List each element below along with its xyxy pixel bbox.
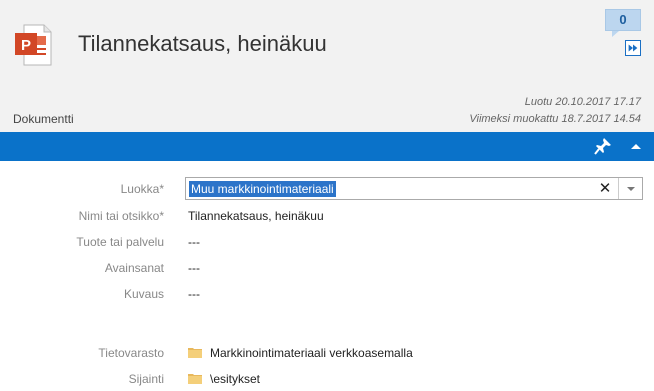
keywords-label: Avainsanat [104,261,164,275]
category-input-value[interactable]: Muu markkinointimateriaali [189,181,336,197]
product-label: Tuote tai palvelu [76,235,164,249]
comment-count: 0 [619,12,627,27]
document-type-label: Dokumentti [13,112,74,126]
document-header: P Tilannekatsaus, heinäkuu 0 Luotu 20.10… [0,0,654,132]
svg-text:P: P [21,37,31,54]
name-value[interactable]: Tilannekatsaus, heinäkuu [188,209,324,223]
metadata-toolbar [0,132,654,161]
folder-icon [188,348,202,358]
repository-label: Tietovarasto [98,346,164,360]
category-combobox[interactable]: Muu markkinointimateriaali ✕ [185,177,643,200]
comment-badge-tail [612,31,619,37]
description-value[interactable]: --- [188,287,200,301]
comment-count-badge[interactable]: 0 [605,9,641,31]
collapse-icon[interactable] [628,139,644,155]
keywords-value[interactable]: --- [188,261,200,275]
category-label: Luokka* [120,182,164,196]
chevron-down-icon[interactable] [618,178,642,199]
powerpoint-file-icon: P [15,24,52,66]
repository-value[interactable]: Markkinointimateriaali verkkoasemalla [210,346,413,360]
location-value[interactable]: \esitykset [210,372,260,386]
product-value[interactable]: --- [188,235,200,249]
modified-timestamp: Viimeksi muokattu 18.7.2017 14.54 [469,113,641,125]
location-label: Sijainti [128,372,164,386]
description-label: Kuvaus [123,287,164,301]
created-timestamp: Luotu 20.10.2017 17.17 [524,96,641,108]
fast-forward-icon[interactable] [625,40,641,56]
document-title: Tilannekatsaus, heinäkuu [78,31,327,56]
clear-icon[interactable]: ✕ [596,179,614,198]
folder-icon [188,374,202,384]
pin-icon[interactable] [593,136,613,156]
name-label: Nimi tai otsikko* [78,209,164,223]
